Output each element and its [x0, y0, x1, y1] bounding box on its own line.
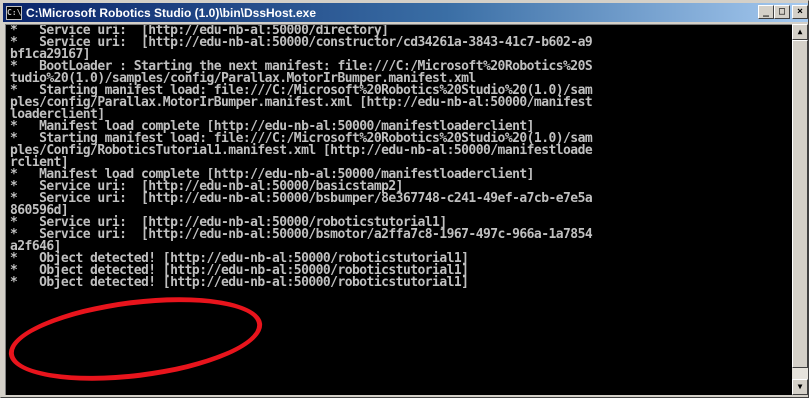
console-line: * Service uri: [http://edu-nb-al:50000/b… [10, 227, 593, 242]
close-button[interactable]: × [792, 5, 808, 19]
window-controls: _ □ × [758, 5, 808, 19]
title-bar[interactable]: C:\ C:\Microsoft Robotics Studio (1.0)\b… [3, 3, 808, 22]
maximize-button[interactable]: □ [774, 5, 790, 19]
console-line: * Service uri: [http://edu-nb-al:50000/b… [10, 191, 593, 206]
console-line: * Object detected! [http://edu-nb-al:500… [10, 275, 469, 290]
window-title: C:\Microsoft Robotics Studio (1.0)\bin\D… [26, 5, 317, 20]
console-window: C:\ C:\Microsoft Robotics Studio (1.0)\b… [0, 0, 809, 398]
minimize-button[interactable]: _ [758, 5, 774, 19]
console-window-icon[interactable]: C:\ [6, 5, 22, 20]
console-lines: * Service uri: [http://edu-nb-al:50000/d… [10, 25, 792, 373]
scrollbar-thumb[interactable] [792, 40, 808, 368]
vertical-scrollbar[interactable]: ▲ ▼ [792, 24, 808, 395]
console-line: ples/config/Parallax.MotorIrBumper.manif… [10, 95, 593, 110]
up-arrow-icon[interactable]: ▲ [792, 24, 808, 40]
down-arrow-icon[interactable]: ▼ [792, 379, 808, 395]
console-line: ples/Config/RoboticsTutorial1.manifest.x… [10, 143, 593, 158]
console-line: * Service uri: [http://edu-nb-al:50000/c… [10, 35, 593, 50]
console-output[interactable]: * Service uri: [http://edu-nb-al:50000/d… [5, 24, 792, 395]
